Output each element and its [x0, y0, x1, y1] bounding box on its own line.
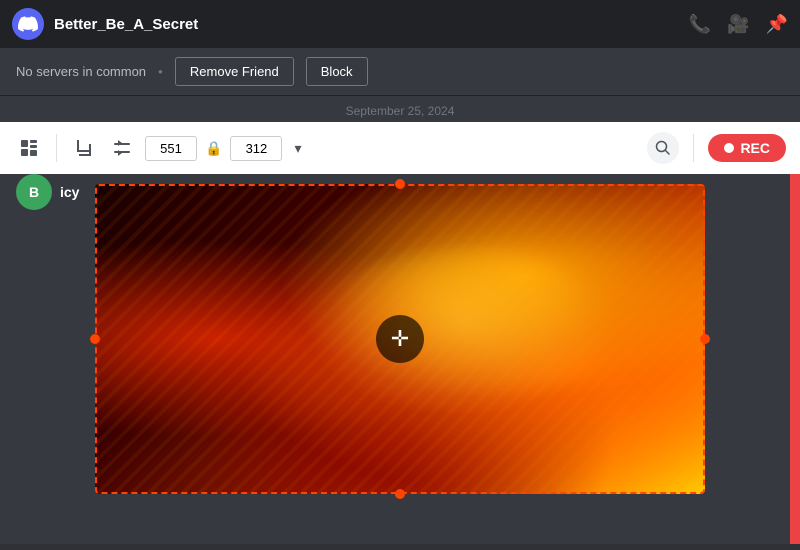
divider-2: [693, 134, 694, 162]
height-input[interactable]: [230, 136, 282, 161]
move-icon: ✛: [391, 326, 409, 352]
avatar-row: B icy: [16, 174, 79, 210]
handle-bottom-center[interactable]: [395, 489, 405, 499]
title-bar: Better_Be_A_Secret 📞 🎥 📌: [0, 0, 800, 48]
selected-image-container[interactable]: ✛: [95, 184, 705, 494]
chat-username: icy: [60, 184, 79, 200]
dropdown-button[interactable]: ▾: [290, 136, 305, 161]
rec-dot: [724, 143, 734, 153]
phone-icon[interactable]: 📞: [689, 14, 711, 35]
avatar: B: [16, 174, 52, 210]
move-cursor[interactable]: ✛: [376, 315, 424, 363]
username-title: Better_Be_A_Secret: [54, 16, 679, 33]
trim-icon[interactable]: [107, 135, 137, 161]
discord-logo: [12, 8, 44, 40]
video-icon[interactable]: 🎥: [727, 14, 749, 35]
rec-button[interactable]: REC: [708, 134, 786, 162]
no-servers-text: No servers in common: [16, 64, 146, 79]
handle-top-center[interactable]: [395, 179, 405, 189]
divider-1: [56, 134, 57, 162]
date-separator: September 25, 2024: [0, 96, 800, 122]
content-area: B icy ✛: [0, 174, 800, 544]
dot-separator: ●: [158, 67, 163, 76]
avatar-initial: B: [29, 184, 39, 200]
rec-label: REC: [740, 140, 770, 156]
sub-header: No servers in common ● Remove Friend Blo…: [0, 48, 800, 96]
width-input[interactable]: [145, 136, 197, 161]
right-strip: [790, 174, 800, 544]
layout-icon[interactable]: [14, 135, 44, 161]
search-button[interactable]: [647, 132, 679, 164]
handle-right-center[interactable]: [700, 334, 710, 344]
title-icons: 📞 🎥 📌: [689, 14, 788, 35]
remove-friend-button[interactable]: Remove Friend: [175, 57, 294, 86]
block-button[interactable]: Block: [306, 57, 368, 86]
pin-icon[interactable]: 📌: [766, 14, 788, 35]
lock-icon: 🔒: [205, 140, 222, 157]
handle-left-center[interactable]: [90, 334, 100, 344]
date-label: September 25, 2024: [346, 104, 455, 118]
toolbar: 🔒 ▾ REC: [0, 122, 800, 174]
crop-icon[interactable]: [69, 135, 99, 161]
